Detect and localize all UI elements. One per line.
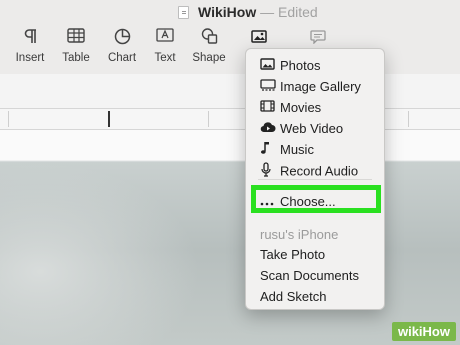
title-bar: WikiHow — Edited: [0, 0, 460, 24]
insert-button[interactable]: Insert: [12, 28, 48, 64]
title-separator: —: [260, 4, 275, 20]
media-icon: [247, 30, 271, 48]
edited-status: Edited: [278, 4, 318, 20]
menu-item-label: Choose...: [280, 194, 336, 210]
ellipsis-icon: [260, 194, 280, 209]
microphone-icon: [260, 162, 280, 180]
menu-item-movies[interactable]: Movies: [260, 99, 321, 115]
ruler-mark: [208, 111, 209, 127]
table-label: Table: [62, 52, 90, 64]
chart-icon: [104, 28, 140, 46]
ruler-mark: [8, 111, 9, 127]
toolbar: Insert Table Chart Text Shape: [0, 24, 460, 74]
comment-button[interactable]: [306, 30, 330, 48]
menu-item-label: Image Gallery: [280, 79, 361, 95]
menu-item-label: Movies: [280, 100, 322, 116]
menu-divider: [258, 179, 372, 180]
document-name: WikiHow: [198, 4, 257, 20]
photos-icon: [260, 58, 280, 73]
window-title: WikiHow — Edited: [198, 4, 318, 20]
comment-icon: [306, 30, 330, 48]
menu-item-label: Record Audio: [280, 163, 359, 179]
watermark-suffix: How: [422, 324, 450, 339]
media-menu: Photos Image Gallery Movies Web Video Mu…: [245, 48, 385, 310]
menu-item-scan-documents[interactable]: Scan Documents: [260, 268, 359, 283]
music-note-icon: [260, 141, 280, 158]
menu-item-label: Photos: [280, 58, 321, 74]
text-box-icon: [148, 28, 182, 46]
cloud-play-icon: [260, 121, 280, 136]
menu-item-photos[interactable]: Photos: [260, 57, 320, 73]
shape-label: Shape: [192, 52, 226, 64]
shape-button[interactable]: Shape: [189, 28, 229, 64]
document-icon: [178, 6, 189, 19]
table-icon: [58, 28, 94, 46]
media-button[interactable]: [247, 30, 271, 48]
paragraph-icon: [12, 28, 48, 46]
menu-item-web-video[interactable]: Web Video: [260, 120, 343, 136]
wikihow-watermark: wikiHow: [391, 322, 456, 341]
watermark-prefix: wiki: [397, 324, 423, 339]
text-button[interactable]: Text: [148, 28, 182, 64]
text-label: Text: [154, 52, 176, 64]
menu-item-add-sketch[interactable]: Add Sketch: [260, 289, 327, 304]
image-gallery-icon: [260, 79, 280, 94]
film-icon: [260, 100, 280, 115]
document-canvas[interactable]: [0, 130, 460, 345]
chart-button[interactable]: Chart: [104, 28, 140, 64]
chart-label: Chart: [107, 52, 137, 64]
menu-item-label: Web Video: [280, 121, 344, 137]
menu-item-choose[interactable]: Choose...: [260, 193, 336, 209]
ruler: [0, 108, 460, 130]
photo-area: [0, 162, 200, 345]
ruler-mark: [408, 111, 409, 127]
menu-item-record-audio[interactable]: Record Audio: [260, 162, 358, 180]
menu-item-label: Music: [280, 142, 314, 158]
menu-item-image-gallery[interactable]: Image Gallery: [260, 78, 361, 94]
insert-label: Insert: [15, 52, 45, 64]
device-section-header: rusu's iPhone: [260, 227, 339, 242]
menu-item-take-photo[interactable]: Take Photo: [260, 247, 325, 262]
table-button[interactable]: Table: [58, 28, 94, 64]
document-margin: [0, 74, 460, 108]
ruler-mark: [108, 111, 110, 127]
shape-icon: [189, 28, 229, 46]
menu-item-music[interactable]: Music: [260, 141, 314, 158]
